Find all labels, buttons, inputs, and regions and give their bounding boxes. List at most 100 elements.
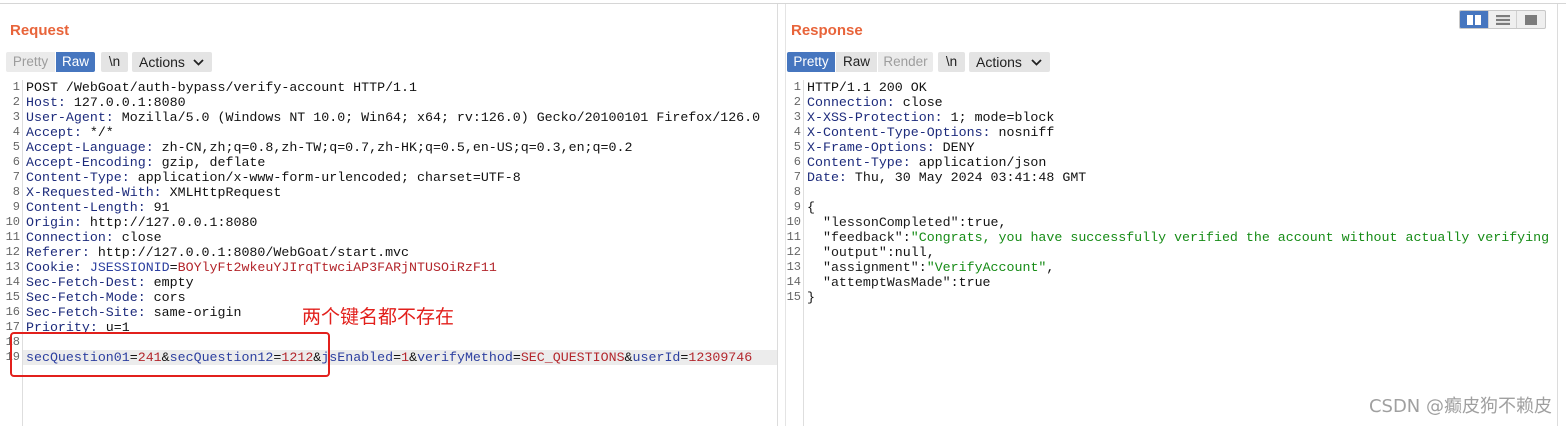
response-newline-toggle[interactable]: \n [938,52,965,72]
line-number: 13 [5,260,20,274]
response-actions-label: Actions [976,54,1022,70]
single-pane-button[interactable] [1517,11,1545,28]
code-text: */* [81,125,114,140]
line-number: 7 [793,170,801,184]
chevron-down-icon [193,59,204,66]
header-name: X-Frame-Options: [807,140,935,155]
code-line: Connection: close [804,95,1557,110]
code-text: 1; mode=block [942,110,1055,125]
header-name: Referer: [26,245,90,260]
annotation-label: 两个键名都不存在 [302,306,455,328]
code-text: : [918,260,927,275]
header-name: Content-Length: [26,200,146,215]
line-number: 6 [12,155,20,169]
json-string: "VerifyAccount" [926,260,1047,275]
line-number: 2 [12,95,20,109]
code-text: & [409,350,418,365]
request-raw-tab[interactable]: Raw [56,52,95,72]
header-name: Content-Type: [26,170,130,185]
line-number: 16 [5,305,20,319]
code-text: zh-CN,zh;q=0.8,zh-TW;q=0.7,zh-HK;q=0.5,e… [153,140,633,155]
code-text: { [807,200,815,215]
code-line: "lessonCompleted":true, [804,215,1557,230]
code-line: Referer: http://127.0.0.1:8080/WebGoat/s… [23,245,777,260]
line-number: 15 [786,290,801,304]
code-text: 91 [145,200,170,215]
code-line: Date: Thu, 30 May 2024 03:41:48 GMT [804,170,1557,185]
code-line: Connection: close [23,230,777,245]
response-render-tab[interactable]: Render [878,52,933,72]
code-line: Accept: */* [23,125,777,140]
code-text: :null, [886,245,935,260]
single-pane-icon [1525,14,1538,25]
code-line: Sec-Fetch-Dest: empty [23,275,777,290]
header-name: Connection: [26,230,114,245]
split-columns-button[interactable] [1460,11,1489,28]
header-name: X-XSS-Protection: [807,110,943,125]
line-number: 8 [793,185,801,199]
line-number: 1 [12,80,20,94]
header-name: Sec-Fetch-Mode: [26,290,146,305]
split-rows-button[interactable] [1489,11,1518,28]
line-number: 4 [12,125,20,139]
line-number: 10 [5,215,20,229]
json-key: "assignment" [822,260,919,275]
header-name: Host: [26,95,66,110]
param-value: SEC_QUESTIONS [520,350,625,365]
header-name: X-Content-Type-Options: [807,125,991,140]
line-number: 7 [12,170,20,184]
request-actions-button[interactable]: Actions [132,52,212,72]
json-key: "feedback" [822,230,903,245]
request-actions-label: Actions [139,54,185,70]
code-text: cors [145,290,186,305]
response-editor[interactable]: HTTP/1.1 200 OK Connection: close X-XSS-Pr… [804,80,1557,426]
request-newline-toggle[interactable]: \n [101,52,128,72]
code-text: close [113,230,162,245]
code-line: "attemptWasMade":true [804,275,1557,290]
code-line: } [804,290,1557,305]
param-name: userId [632,350,681,365]
code-text: HTTP/1.1 200 OK [807,80,927,95]
code-line: Accept-Encoding: gzip, deflate [23,155,777,170]
response-raw-tab[interactable]: Raw [836,52,877,72]
code-text: & [624,350,633,365]
code-text: } [807,290,815,305]
code-text: :true [950,275,991,290]
code-line: Accept-Language: zh-CN,zh;q=0.8,zh-TW;q=… [23,140,777,155]
response-actions-button[interactable]: Actions [969,52,1050,72]
code-text: application/json [910,155,1047,170]
code-text: empty [145,275,194,290]
param-value: BOYlyFt2wkeuYJIrqTtwciAP3FARjNTUSOiRzF11 [177,260,497,275]
code-text: application/x-www-form-urlencoded; chars… [129,170,521,185]
line-number: 14 [5,275,20,289]
header-name: Connection: [807,95,895,110]
line-number: 9 [12,200,20,214]
header-name: Accept-Encoding: [26,155,154,170]
header-name: Sec-Fetch-Dest: [26,275,146,290]
header-name: Accept: [26,125,82,140]
line-number: 14 [786,275,801,289]
code-line: "output":null, [804,245,1557,260]
code-line: Content-Type: application/x-www-form-url… [23,170,777,185]
code-line: Host: 127.0.0.1:8080 [23,95,777,110]
header-name: Cookie: [26,260,82,275]
code-line: X-Requested-With: XMLHttpRequest [23,185,777,200]
code-text: 127.0.0.1:8080 [65,95,186,110]
response-pretty-tab[interactable]: Pretty [787,52,835,72]
line-number: 3 [12,110,20,124]
line-number: 12 [5,245,20,259]
line-number: 15 [5,290,20,304]
code-text: XMLHttpRequest [161,185,282,200]
request-pretty-tab[interactable]: Pretty [6,52,55,72]
code-text: same-origin [145,305,242,320]
header-name: Content-Type: [807,155,911,170]
line-number: 2 [793,95,801,109]
annotation-highlight-box [10,332,330,377]
code-text: :true, [958,215,1007,230]
param-value: 12309746 [688,350,753,365]
line-number: 11 [5,230,20,244]
line-number: 13 [786,260,801,274]
